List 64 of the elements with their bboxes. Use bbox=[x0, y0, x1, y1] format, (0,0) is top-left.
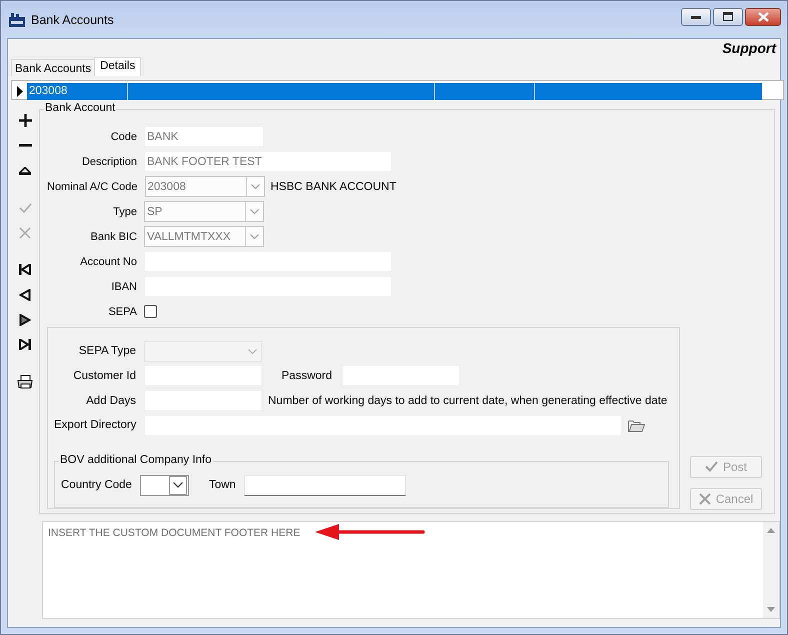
account-name: HSBC BANK ACCOUNT bbox=[270, 180, 396, 192]
field-label: Country Code bbox=[61, 479, 132, 492]
text-field[interactable]: BANK bbox=[144, 126, 264, 147]
cross-icon bbox=[698, 492, 711, 505]
group-title: Bank Account bbox=[44, 102, 116, 114]
field-label: Account No bbox=[79, 256, 137, 268]
field-label: Town bbox=[208, 479, 236, 492]
field-label: Bank BIC bbox=[90, 230, 137, 242]
dropdown-field[interactable]: SP bbox=[144, 201, 264, 222]
field-label: Nominal A/C Code bbox=[47, 180, 138, 192]
tab[interactable]: Details bbox=[94, 57, 142, 76]
field-label: SEPA bbox=[107, 306, 137, 318]
triangle-up-icon bbox=[19, 166, 31, 174]
chevron-down-icon bbox=[250, 184, 260, 189]
maximize-button[interactable] bbox=[713, 8, 743, 26]
user-name: Support bbox=[722, 40, 776, 56]
maximize-icon bbox=[723, 12, 733, 21]
browse-button[interactable] bbox=[628, 418, 645, 432]
previous-record-icon bbox=[19, 288, 31, 300]
scroll-down-icon bbox=[767, 607, 775, 612]
close-icon bbox=[758, 12, 768, 22]
first-record-icon bbox=[19, 264, 31, 275]
dropdown-field[interactable] bbox=[140, 474, 189, 496]
check-icon bbox=[18, 202, 32, 212]
plus-icon bbox=[18, 114, 32, 127]
grid-row[interactable]: 203008 bbox=[27, 82, 762, 100]
minimize-button[interactable] bbox=[681, 8, 711, 26]
field-label: IBAN bbox=[110, 280, 137, 292]
app-icon bbox=[9, 12, 25, 26]
last-record-icon bbox=[19, 339, 31, 350]
field-label: Description bbox=[80, 156, 137, 168]
close-button[interactable] bbox=[745, 8, 781, 26]
field-label: Password bbox=[280, 370, 332, 382]
tab[interactable]: Bank Accounts bbox=[11, 59, 96, 76]
footer-text-area[interactable]: INSERT THE CUSTOM DOCUMENT FOOTER HERE bbox=[42, 520, 780, 619]
field-label: Type bbox=[112, 206, 137, 218]
hint-text: Number of working days to add to current date, when generating effective date bbox=[268, 394, 668, 407]
text-field[interactable]: BANK FOOTER TEST bbox=[144, 151, 392, 172]
table-cell: 203008 bbox=[27, 82, 128, 100]
cross-icon bbox=[19, 226, 31, 238]
minimize-icon bbox=[691, 14, 701, 18]
chevron-down-icon bbox=[172, 482, 183, 488]
scroll-up-icon bbox=[767, 528, 775, 533]
dropdown-field[interactable]: VALLMTMTXXX bbox=[144, 226, 264, 247]
check-icon bbox=[704, 461, 718, 472]
row-indicator-icon bbox=[17, 86, 23, 96]
minus-icon bbox=[18, 144, 32, 147]
chevron-down-icon bbox=[248, 348, 257, 354]
folder-icon bbox=[628, 418, 645, 432]
field-label: Export Directory bbox=[54, 419, 136, 432]
text-field[interactable] bbox=[244, 474, 406, 496]
group-title: BOV additional Company Info bbox=[59, 454, 213, 466]
field-label: SEPA Type bbox=[78, 345, 136, 358]
chevron-down-icon bbox=[250, 234, 259, 239]
window-title: Bank Accounts bbox=[31, 12, 114, 26]
field-label: Code bbox=[110, 130, 137, 142]
printer-icon bbox=[17, 374, 33, 388]
next-record-icon bbox=[19, 314, 31, 326]
chevron-down-icon bbox=[250, 209, 259, 214]
scroll-bar[interactable] bbox=[763, 522, 779, 618]
field-label: Add Days bbox=[85, 394, 136, 407]
dropdown-field[interactable]: 203008 bbox=[144, 176, 264, 197]
field-label: Customer Id bbox=[72, 370, 136, 382]
checkbox[interactable] bbox=[144, 305, 157, 318]
